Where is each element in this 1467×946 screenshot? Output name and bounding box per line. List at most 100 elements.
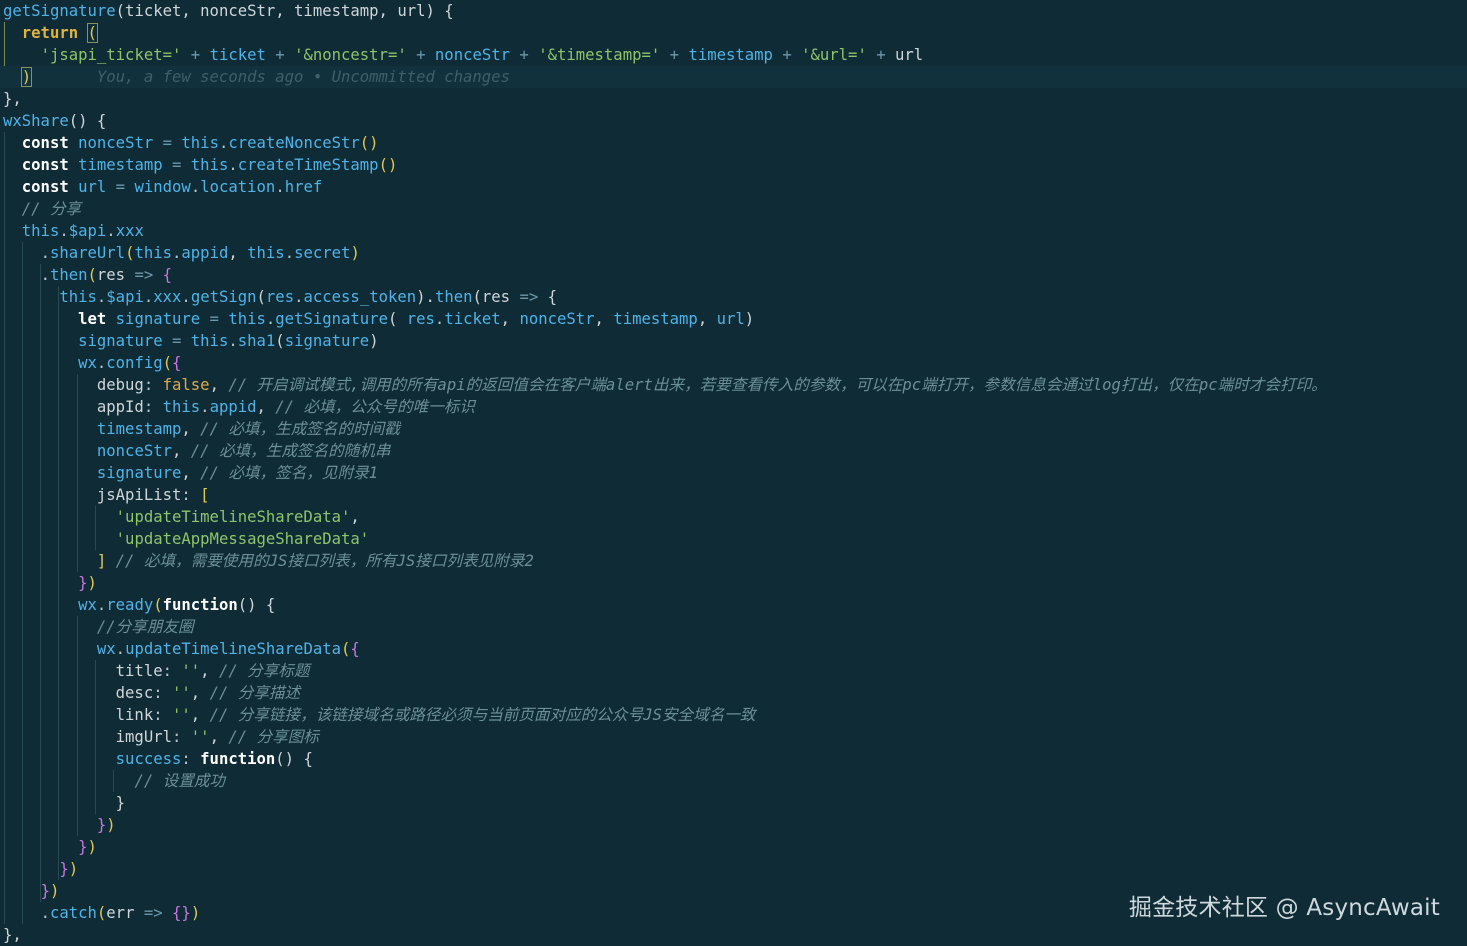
code-line[interactable]: } bbox=[3, 792, 125, 814]
code-line[interactable]: const nonceStr = this.createNonceStr() bbox=[3, 132, 379, 154]
code-editor[interactable]: getSignature(ticket, nonceStr, timestamp… bbox=[0, 0, 1467, 945]
code-token-variable: this bbox=[59, 288, 97, 306]
code-line[interactable]: }) bbox=[3, 814, 116, 836]
code-line[interactable]: // 设置成功 bbox=[3, 770, 225, 792]
code-token-punctuation: . bbox=[40, 904, 50, 922]
code-token-paren: ) bbox=[87, 574, 97, 592]
code-token-variable: this bbox=[190, 156, 229, 174]
code-token-variable: nonceStr bbox=[96, 442, 172, 460]
code-token-paren: ) bbox=[49, 882, 60, 900]
code-token-punctuation: . bbox=[218, 134, 229, 152]
code-token-string: 'jsapi_ticket=' bbox=[40, 46, 182, 64]
code-line[interactable]: appId: this.appid, // 必填，公众号的唯一标识 bbox=[3, 396, 475, 418]
code-token-variable: $api bbox=[106, 288, 144, 306]
code-token-brace: } bbox=[40, 882, 50, 900]
code-token-comment: // 分享描述 bbox=[209, 684, 301, 702]
code-line[interactable]: let signature = this.getSignature( res.t… bbox=[3, 308, 754, 330]
code-line[interactable]: timestamp, // 必填，生成签名的时间戳 bbox=[3, 418, 400, 440]
code-token-punctuation: . bbox=[275, 178, 285, 196]
code-line[interactable]: nonceStr, // 必填，生成签名的随机串 bbox=[3, 440, 391, 462]
code-token-variable: access_token bbox=[303, 288, 417, 306]
code-line[interactable]: }, bbox=[3, 924, 22, 946]
code-token-variable: secret bbox=[294, 244, 351, 262]
code-token-plain: res bbox=[96, 266, 135, 284]
code-line[interactable]: return ( bbox=[3, 22, 98, 44]
code-line[interactable]: }) bbox=[3, 880, 60, 902]
code-line[interactable]: }) bbox=[3, 836, 97, 858]
code-line[interactable]: title: '', // 分享标题 bbox=[3, 660, 310, 682]
code-line[interactable]: getSignature(ticket, nonceStr, timestamp… bbox=[3, 0, 454, 22]
code-line[interactable]: 'updateTimelineShareData', bbox=[3, 506, 360, 528]
code-token-punctuation: . bbox=[143, 288, 154, 306]
code-line[interactable]: const timestamp = this.createTimeStamp() bbox=[3, 154, 398, 176]
code-line[interactable]: this.$api.xxx.getSign(res.access_token).… bbox=[3, 286, 557, 308]
code-line[interactable]: 'updateAppMessageShareData' bbox=[3, 528, 369, 550]
code-token-string: 'updateTimelineShareData' bbox=[115, 508, 351, 526]
code-line[interactable]: }) bbox=[3, 858, 78, 880]
code-line[interactable]: imgUrl: '', // 分享图标 bbox=[3, 726, 319, 748]
code-line[interactable]: desc: '', // 分享描述 bbox=[3, 682, 300, 704]
code-token-variable: nonceStr bbox=[434, 46, 511, 64]
code-token-string: 'updateAppMessageShareData' bbox=[115, 530, 370, 548]
code-line[interactable]: signature, // 必填，签名，见附录1 bbox=[3, 462, 378, 484]
code-token-paren: [ bbox=[200, 486, 210, 504]
code-token-plain: } bbox=[3, 794, 126, 812]
code-token-return_keyword: return bbox=[21, 24, 88, 42]
code-token-variable: url bbox=[716, 310, 745, 328]
code-token-method: createNonceStr bbox=[228, 134, 360, 152]
code-token-punctuation: : bbox=[181, 486, 201, 504]
code-line[interactable]: .then(res => { bbox=[3, 264, 172, 286]
code-token-variable: this bbox=[190, 332, 229, 350]
code-token-plain: url bbox=[895, 46, 924, 64]
code-line[interactable]: wx.config({ bbox=[3, 352, 181, 374]
code-line[interactable]: signature = this.sha1(signature) bbox=[3, 330, 378, 352]
code-line[interactable]: wxShare() { bbox=[3, 110, 106, 132]
code-token-plain: title bbox=[3, 662, 163, 680]
code-token-method: getSignature bbox=[275, 310, 388, 328]
code-token-method: updateTimelineShareData bbox=[125, 640, 341, 658]
code-token-plain: , bbox=[500, 310, 520, 328]
code-token-method: sha1 bbox=[237, 332, 276, 350]
code-line[interactable]: 'jsapi_ticket=' + ticket + '&noncestr=' … bbox=[3, 44, 924, 66]
code-token-plain: ) bbox=[744, 310, 755, 328]
code-token-variable: location bbox=[200, 178, 276, 196]
code-token-punctuation: : bbox=[172, 728, 191, 746]
code-token-string: '&timestamp=' bbox=[538, 46, 661, 64]
code-token-plain: jsApiList bbox=[3, 486, 182, 504]
code-token-comment: //分享朋友圈 bbox=[96, 618, 194, 636]
code-token-paren: ) bbox=[190, 904, 201, 922]
code-line[interactable]: // 分享 bbox=[3, 198, 81, 220]
code-line[interactable]: //分享朋友圈 bbox=[3, 616, 194, 638]
code-line[interactable]: success: function() { bbox=[3, 748, 313, 770]
code-token-brace: { bbox=[350, 640, 360, 658]
code-line[interactable]: }, bbox=[3, 88, 22, 110]
code-token-plain: () { bbox=[275, 750, 313, 768]
code-line[interactable]: ] // 必填，需要使用的JS接口列表，所有JS接口列表见附录2 bbox=[3, 550, 534, 572]
code-line[interactable]: jsApiList: [ bbox=[3, 484, 210, 506]
code-line[interactable]: }) bbox=[3, 572, 97, 594]
code-token-punctuation: : bbox=[181, 750, 201, 768]
code-token-paren: ) bbox=[20, 67, 33, 87]
code-line[interactable]: ) You, a few seconds ago • Uncommitted c… bbox=[0, 66, 1467, 88]
code-line[interactable]: debug: false, // 开启调试模式,调用的所有api的返回值会在客户… bbox=[3, 374, 1327, 396]
code-line[interactable]: wx.ready(function() { bbox=[3, 594, 275, 616]
code-token-plain: ( bbox=[275, 332, 285, 350]
code-token-comment: // 必填，生成签名的时间戳 bbox=[200, 420, 400, 438]
code-line[interactable]: .catch(err => {}) bbox=[3, 902, 201, 924]
code-line[interactable]: this.$api.xxx bbox=[3, 220, 144, 242]
code-token-method: getSign bbox=[190, 288, 257, 306]
code-token-plain: debug bbox=[3, 376, 144, 394]
code-line[interactable]: .shareUrl(this.appid, this.secret) bbox=[3, 242, 360, 264]
code-line[interactable]: const url = window.location.href bbox=[3, 176, 322, 198]
code-token-method: then bbox=[49, 266, 88, 284]
code-token-paren: ( bbox=[341, 640, 351, 658]
code-token-operator: + bbox=[406, 46, 435, 64]
code-line[interactable]: link: '', // 分享链接，该链接域名或路径必须与当前页面对应的公众号J… bbox=[3, 704, 756, 726]
code-line[interactable]: wx.updateTimelineShareData({ bbox=[3, 638, 360, 660]
